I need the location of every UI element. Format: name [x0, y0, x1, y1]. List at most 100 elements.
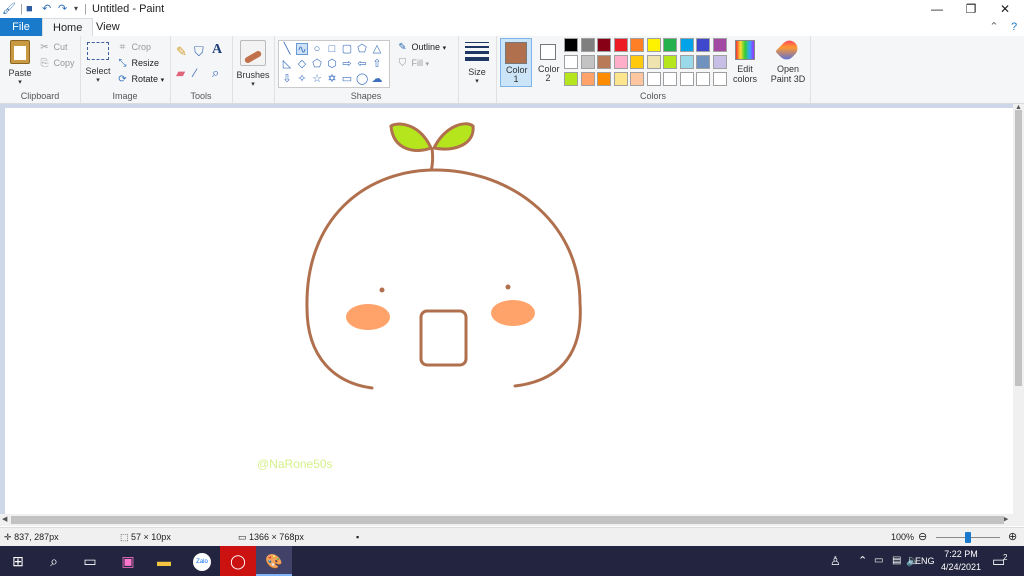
palette-swatch[interactable]: [580, 38, 595, 52]
close-button[interactable]: ✕: [988, 0, 1022, 18]
help-icon[interactable]: ?: [1008, 18, 1020, 36]
palette-swatch[interactable]: [613, 72, 628, 86]
paste-button[interactable]: Paste ▾: [4, 40, 36, 86]
file-explorer-icon[interactable]: ▬: [146, 546, 182, 576]
clock[interactable]: 7:22 PM 4/24/2021: [938, 546, 984, 578]
palette-swatch[interactable]: [712, 38, 727, 52]
color2-button[interactable]: Color 2: [534, 38, 562, 83]
palette-swatch[interactable]: [613, 55, 628, 69]
six-point-star-shape-icon[interactable]: ✡: [326, 73, 338, 85]
zoom-out-icon[interactable]: ⊖: [918, 528, 927, 547]
vertical-scroll-thumb[interactable]: [1015, 110, 1022, 386]
four-point-star-shape-icon[interactable]: ✧: [296, 73, 308, 85]
save-icon[interactable]: ■: [26, 2, 33, 16]
diamond-shape-icon[interactable]: ◇: [296, 58, 308, 70]
magnifier-icon[interactable]: ⌕: [212, 65, 219, 81]
tab-view[interactable]: View: [86, 18, 130, 36]
palette-swatch[interactable]: [597, 72, 611, 86]
minimize-button[interactable]: —: [920, 0, 954, 18]
copy-button[interactable]: ⎘ Copy: [38, 56, 75, 70]
people-icon[interactable]: ♙: [830, 546, 841, 576]
palette-swatch[interactable]: [646, 55, 661, 69]
palette-swatch[interactable]: [597, 38, 611, 52]
rotate-button[interactable]: ⟳ Rotate ▾: [116, 72, 164, 86]
select-button[interactable]: Select ▾: [84, 42, 112, 84]
search-icon[interactable]: ⌕: [36, 546, 72, 576]
zoom-slider-thumb[interactable]: [965, 532, 971, 543]
undo-icon[interactable]: ↶: [42, 2, 51, 16]
callout-cloud-shape-icon[interactable]: ☁: [371, 73, 383, 85]
hexagon-shape-icon[interactable]: ⬡: [326, 58, 338, 70]
palette-swatch[interactable]: [663, 38, 677, 52]
zalo-icon[interactable]: Zalo: [184, 546, 220, 576]
curve-shape-icon[interactable]: ∿: [296, 43, 308, 56]
brushes-button[interactable]: Brushes ▾: [234, 40, 272, 88]
crop-button[interactable]: ⌗ Crop: [116, 40, 151, 54]
open-paint3d-button[interactable]: Open Paint 3D: [768, 37, 808, 84]
palette-swatch[interactable]: [679, 38, 694, 52]
resize-button[interactable]: ⤡ Resize: [116, 56, 160, 70]
palette-swatch[interactable]: [663, 55, 677, 69]
fill-bucket-icon[interactable]: ⛉: [194, 44, 204, 60]
app-store-icon[interactable]: ▣: [110, 546, 146, 576]
cut-button[interactable]: ✂ Cut: [38, 40, 67, 54]
text-tool-icon[interactable]: A: [212, 42, 222, 58]
palette-swatch[interactable]: [696, 38, 710, 52]
task-view-icon[interactable]: ▭: [72, 546, 108, 576]
fill-button[interactable]: ⛉ Fill ▾: [396, 56, 429, 70]
palette-swatch[interactable]: [564, 55, 578, 69]
right-arrow-shape-icon[interactable]: ⇨: [341, 58, 353, 70]
palette-swatch[interactable]: [580, 72, 595, 86]
palette-swatch[interactable]: [564, 38, 578, 52]
down-arrow-shape-icon[interactable]: ⇩: [281, 73, 293, 85]
callout-oval-shape-icon[interactable]: ◯: [356, 73, 368, 85]
five-point-star-shape-icon[interactable]: ☆: [311, 73, 323, 85]
palette-swatch[interactable]: [696, 72, 710, 86]
palette-swatch[interactable]: [646, 38, 661, 52]
tray-chevron-icon[interactable]: ⌃: [858, 546, 867, 576]
palette-swatch[interactable]: [712, 55, 727, 69]
horizontal-scroll-thumb[interactable]: [11, 516, 1004, 524]
palette-swatch[interactable]: [712, 72, 727, 86]
up-arrow-shape-icon[interactable]: ⇧: [371, 58, 383, 70]
palette-swatch[interactable]: [580, 55, 595, 69]
palette-swatch[interactable]: [646, 72, 661, 86]
network-icon[interactable]: ▤: [892, 546, 901, 576]
triangle-shape-icon[interactable]: △: [371, 43, 383, 55]
outline-button[interactable]: ✎ Outline ▾: [396, 40, 446, 54]
opera-icon[interactable]: ◯: [220, 546, 256, 576]
palette-swatch[interactable]: [679, 55, 694, 69]
customize-quick-access-icon[interactable]: ▾: [74, 2, 78, 16]
eraser-icon[interactable]: ▰: [176, 66, 185, 80]
palette-swatch[interactable]: [613, 38, 628, 52]
battery-icon[interactable]: ▭: [874, 546, 883, 576]
rectangle-shape-icon[interactable]: □: [326, 43, 338, 55]
palette-swatch[interactable]: [564, 72, 578, 86]
zoom-in-icon[interactable]: ⊕: [1008, 528, 1017, 547]
rounded-rectangle-shape-icon[interactable]: ▢: [341, 43, 353, 55]
palette-swatch[interactable]: [696, 55, 710, 69]
pentagon-shape-icon[interactable]: ⬠: [311, 58, 323, 70]
pencil-icon[interactable]: ✎: [176, 44, 187, 60]
line-shape-icon[interactable]: ╲: [281, 43, 293, 55]
restore-button[interactable]: ❐: [954, 0, 988, 18]
scroll-left-icon[interactable]: ◀: [2, 515, 7, 523]
oval-shape-icon[interactable]: ○: [311, 43, 323, 55]
palette-swatch[interactable]: [630, 72, 644, 86]
redo-icon[interactable]: ↷: [58, 2, 67, 16]
callout-rectangle-shape-icon[interactable]: ▭: [341, 73, 353, 85]
drawing-canvas[interactable]: @NaRone50s: [5, 108, 1013, 514]
left-arrow-shape-icon[interactable]: ⇦: [356, 58, 368, 70]
windows-start-icon[interactable]: ⊞: [0, 546, 36, 576]
tab-file[interactable]: File: [0, 18, 42, 36]
palette-swatch[interactable]: [597, 55, 611, 69]
palette-swatch[interactable]: [679, 72, 694, 86]
color1-button[interactable]: Color 1: [500, 38, 532, 87]
paint-app-icon[interactable]: 🖌: [2, 2, 16, 16]
polygon-shape-icon[interactable]: ⬠: [356, 43, 368, 55]
paint-taskbar-icon[interactable]: 🎨: [256, 546, 292, 576]
language-indicator[interactable]: ENG: [915, 546, 935, 576]
size-button[interactable]: Size ▾: [462, 42, 492, 85]
edit-colors-button[interactable]: Edit colors: [730, 40, 760, 84]
palette-swatch[interactable]: [663, 72, 677, 86]
